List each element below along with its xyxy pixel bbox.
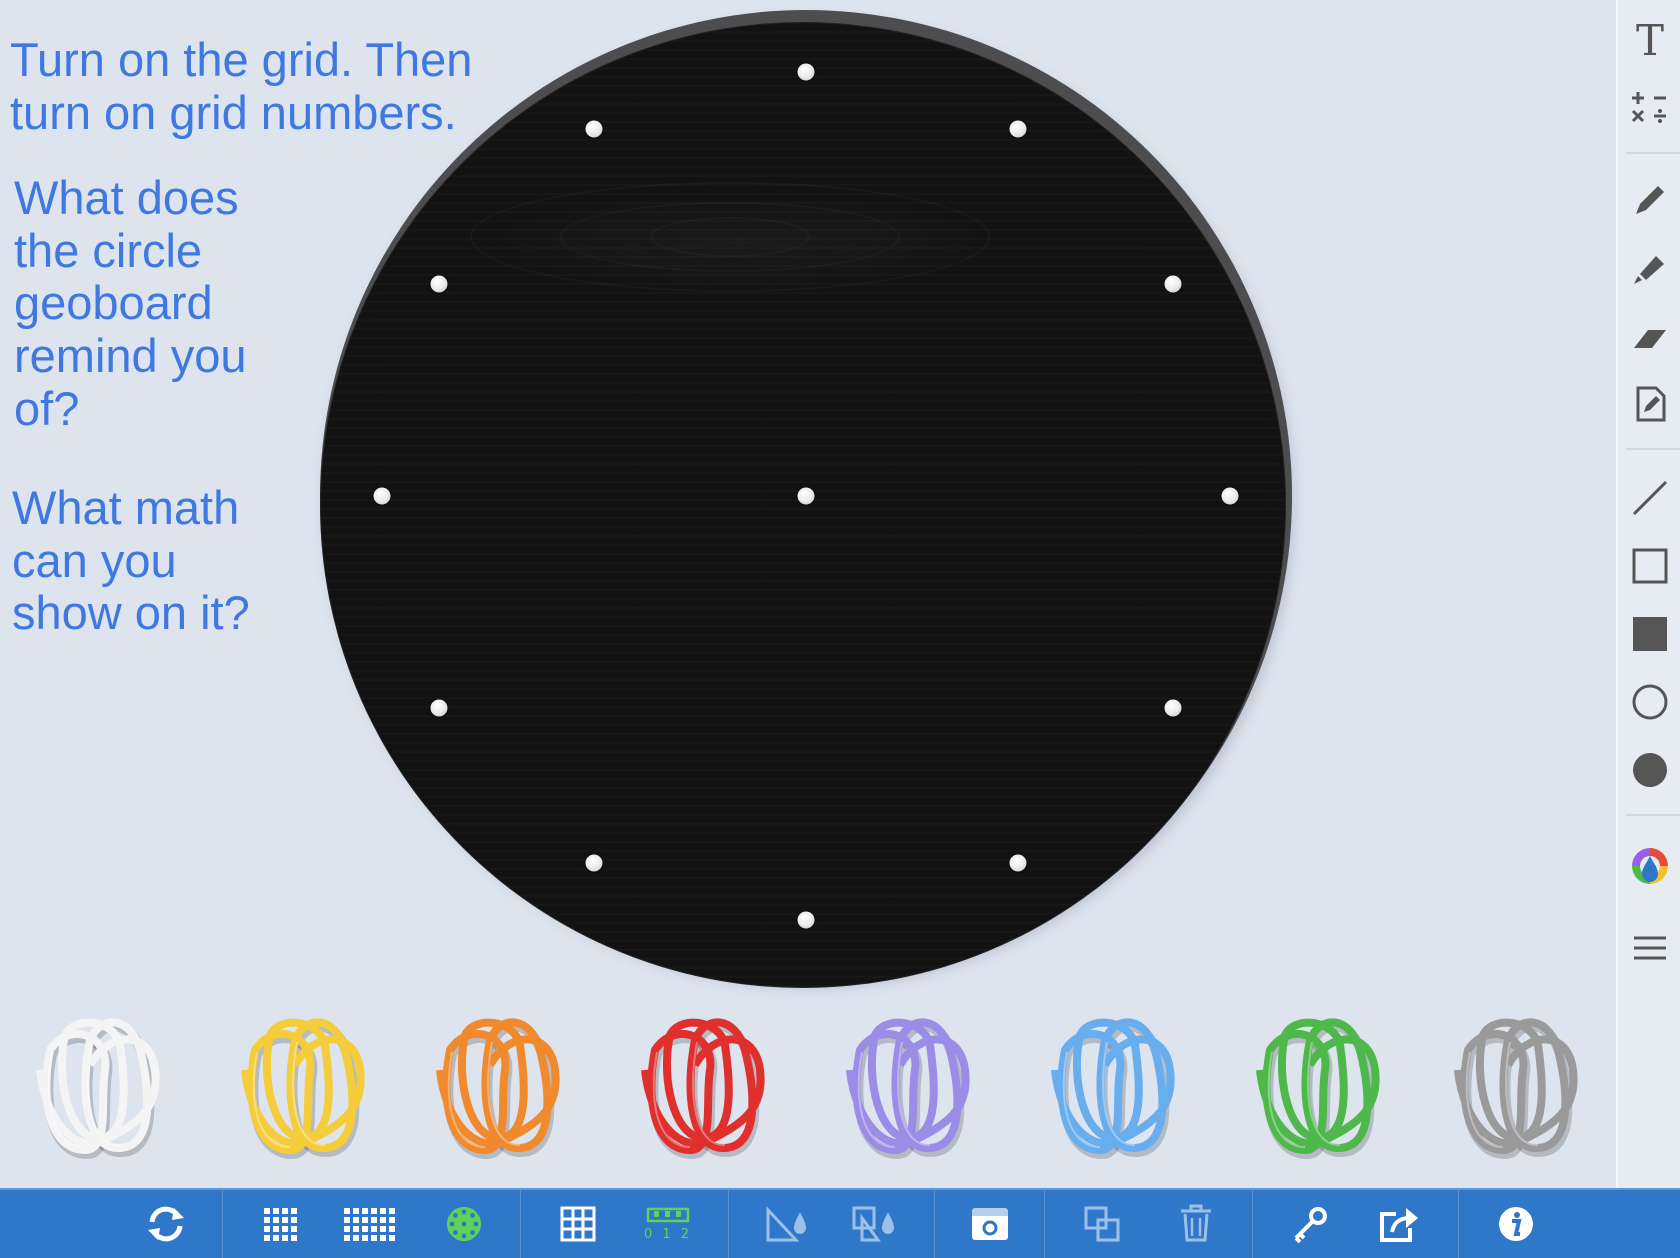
- grid-small-icon[interactable]: [252, 1198, 308, 1250]
- peg[interactable]: [797, 63, 815, 81]
- measure-angle-icon[interactable]: [758, 1198, 814, 1250]
- bottom-toolbar: 0 1 2: [0, 1188, 1680, 1258]
- peg[interactable]: [1009, 120, 1027, 138]
- math-symbols-icon[interactable]: [1626, 84, 1674, 132]
- refresh-icon[interactable]: [138, 1198, 194, 1250]
- right-toolbar: T: [1616, 0, 1680, 1188]
- info-icon[interactable]: [1488, 1198, 1544, 1250]
- rubber-band-yellow[interactable]: [235, 1010, 375, 1160]
- toolbar-divider: [1458, 1190, 1459, 1258]
- rubber-band-white[interactable]: [30, 1010, 170, 1160]
- instruction-text-question-2: What math can you show on it?: [12, 481, 250, 640]
- toolbar-divider: [1044, 1190, 1045, 1258]
- board-surface[interactable]: [320, 22, 1286, 988]
- eraser-icon[interactable]: [1626, 312, 1674, 360]
- toolbar-divider: [1626, 152, 1680, 154]
- camera-icon[interactable]: [962, 1198, 1018, 1250]
- highlighter-icon[interactable]: [1626, 244, 1674, 292]
- toolbar-divider: [1626, 814, 1680, 816]
- peg-center[interactable]: [797, 487, 815, 505]
- rectangle-outline-icon[interactable]: [1626, 542, 1674, 590]
- peg[interactable]: [797, 911, 815, 929]
- toolbar-divider: [1626, 448, 1680, 450]
- instruction-text-question-1: What does the circle geoboard remind you…: [14, 171, 247, 435]
- rubber-band-green[interactable]: [1250, 1010, 1390, 1160]
- grid-large-icon[interactable]: [342, 1198, 398, 1250]
- peg[interactable]: [430, 275, 448, 293]
- grid-lines-icon[interactable]: [550, 1198, 606, 1250]
- peg[interactable]: [585, 854, 603, 872]
- key-icon[interactable]: [1282, 1198, 1338, 1250]
- text-tool-glyph: T: [1635, 15, 1664, 65]
- trash-icon[interactable]: [1168, 1198, 1224, 1250]
- circle-geoboard[interactable]: [318, 10, 1294, 988]
- toolbar-divider: [934, 1190, 935, 1258]
- rubber-band-red[interactable]: [635, 1010, 775, 1160]
- peg[interactable]: [1164, 699, 1182, 717]
- rubber-band-purple[interactable]: [840, 1010, 980, 1160]
- peg[interactable]: [1164, 275, 1182, 293]
- circle-outline-icon[interactable]: [1626, 678, 1674, 726]
- toolbar-divider: [728, 1190, 729, 1258]
- wood-grain: [650, 217, 810, 257]
- pencil-icon[interactable]: [1626, 176, 1674, 224]
- toolbar-divider: [520, 1190, 521, 1258]
- text-icon[interactable]: T: [1626, 15, 1674, 65]
- menu-icon[interactable]: [1626, 924, 1674, 972]
- color-palette-icon[interactable]: [1626, 842, 1674, 890]
- peg[interactable]: [585, 120, 603, 138]
- toolbar-divider: [222, 1190, 223, 1258]
- fill-shape-icon[interactable]: [846, 1198, 902, 1250]
- peg[interactable]: [430, 699, 448, 717]
- toolbar-divider: [1252, 1190, 1253, 1258]
- share-icon[interactable]: [1372, 1198, 1428, 1250]
- rubber-band-blue[interactable]: [1045, 1010, 1185, 1160]
- grid-numbers-label: 0 1 2: [643, 1226, 693, 1242]
- line-icon[interactable]: [1626, 474, 1674, 522]
- peg[interactable]: [1221, 487, 1239, 505]
- circle-filled-icon[interactable]: [1626, 746, 1674, 794]
- rubber-band-orange[interactable]: [430, 1010, 570, 1160]
- edit-note-icon[interactable]: [1626, 380, 1674, 428]
- grid-numbers-icon[interactable]: 0 1 2: [640, 1198, 696, 1250]
- circle-board-icon[interactable]: [436, 1198, 492, 1250]
- peg[interactable]: [1009, 854, 1027, 872]
- duplicate-icon[interactable]: [1074, 1198, 1130, 1250]
- rubber-band-gray[interactable]: [1448, 1010, 1588, 1160]
- rectangle-filled-icon[interactable]: [1626, 610, 1674, 658]
- peg[interactable]: [373, 487, 391, 505]
